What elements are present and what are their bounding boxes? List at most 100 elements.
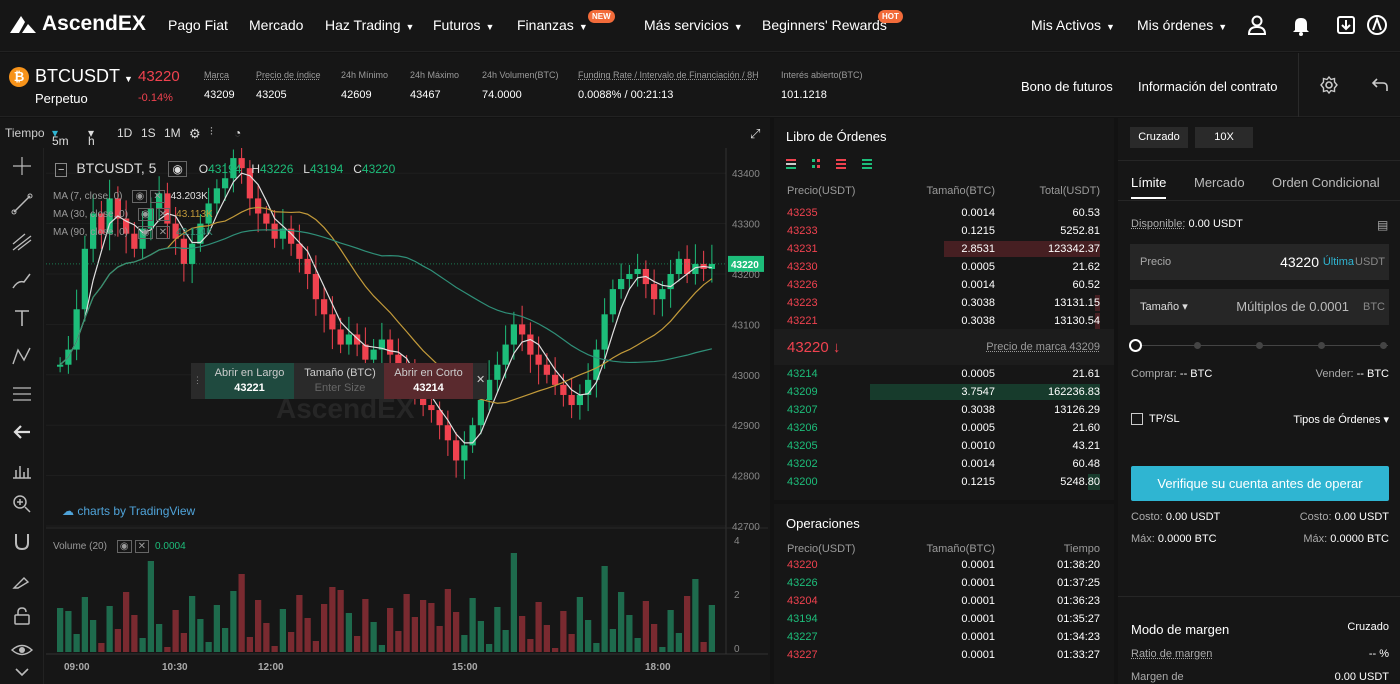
nav-futuros[interactable]: Futuros ▼ — [433, 17, 494, 33]
open-short-button[interactable]: Abrir en Corto 43214 — [384, 363, 473, 399]
total: 21.60 — [1072, 422, 1100, 434]
slider-step[interactable] — [1380, 342, 1387, 349]
interval-5m[interactable]: 5m ▾ — [52, 126, 69, 148]
brush-icon[interactable] — [10, 268, 34, 292]
slider-step[interactable] — [1194, 342, 1201, 349]
nav-beginners-rewards[interactable]: Beginners' Rewards — [762, 17, 887, 33]
fullscreen-icon[interactable]: ⤢ — [750, 126, 760, 142]
interval-h[interactable]: h ▾ — [88, 126, 95, 148]
replay-icon[interactable]: ◔ — [234, 126, 241, 140]
cost-left: Costo: 0.00 USDT — [1131, 511, 1221, 523]
new-badge: NEW — [588, 10, 615, 23]
ask-row[interactable]: 43231 2.8531 123342.37 — [774, 240, 1114, 258]
ask-row[interactable]: 43235 0.0014 60.53 — [774, 204, 1114, 222]
bid-row[interactable]: 43202 0.0014 60.48 — [774, 455, 1114, 473]
ask-row[interactable]: 43233 0.1215 5252.81 — [774, 222, 1114, 240]
bid-row[interactable]: 43205 0.0010 43.21 — [774, 437, 1114, 455]
measure-icon[interactable] — [10, 458, 34, 482]
margin-mode-button[interactable]: Cruzado — [1130, 127, 1188, 148]
user-icon[interactable] — [1246, 14, 1268, 36]
nav-mercado[interactable]: Mercado — [249, 17, 303, 33]
nav-finanzas[interactable]: Finanzas ▼ — [517, 17, 588, 33]
size: 0.0014 — [961, 458, 995, 470]
volume-bar — [139, 638, 146, 652]
chart-settings-icon[interactable]: ⚙ — [189, 126, 201, 142]
nav-mis-ordenes[interactable]: Mis órdenes ▼ — [1137, 17, 1227, 33]
order-types-dropdown[interactable]: Tipos de Órdenes ▾ — [1293, 413, 1389, 426]
chevron-down-icon: ▼ — [124, 74, 133, 84]
ask-row[interactable]: 43226 0.0014 60.52 — [774, 276, 1114, 294]
slider-step[interactable] — [1318, 342, 1325, 349]
eye-icon[interactable] — [10, 638, 34, 662]
calculator-icon[interactable]: ▤ — [1377, 218, 1388, 232]
total: 21.62 — [1072, 261, 1100, 273]
pattern-icon[interactable] — [10, 344, 34, 368]
bid-row[interactable]: 43209 3.7547 162236.83 — [774, 383, 1114, 401]
language-globe-icon[interactable] — [1366, 14, 1388, 36]
settings-gear-icon[interactable] — [1319, 75, 1339, 95]
lock-drawing-icon[interactable] — [10, 568, 34, 592]
fib-tool-icon[interactable] — [10, 230, 34, 254]
stat-label: 24h Máximo — [410, 70, 460, 80]
lock-icon[interactable] — [10, 604, 34, 628]
ask-row[interactable]: 43221 0.3038 13130.54 — [774, 312, 1114, 330]
open-long-button[interactable]: Abrir en Largo 43221 — [205, 363, 294, 399]
magnet-icon[interactable] — [10, 530, 34, 554]
slider-step[interactable] — [1256, 342, 1263, 349]
futures-bonus-link[interactable]: Bono de futuros — [1021, 79, 1113, 94]
chevron-down-icon[interactable] — [10, 660, 34, 684]
bid-row[interactable]: 43207 0.3038 13126.29 — [774, 401, 1114, 419]
verify-account-button[interactable]: Verifique su cuenta antes de operar — [1131, 466, 1389, 501]
ask-row[interactable]: 43230 0.0005 21.62 — [774, 258, 1114, 276]
eye-icon[interactable]: ◉ — [168, 161, 187, 177]
candle — [296, 243, 303, 259]
download-icon[interactable] — [1335, 14, 1357, 36]
interval-1d[interactable]: 1D — [117, 126, 132, 140]
bid-row[interactable]: 43200 0.1215 5248.80 — [774, 473, 1114, 491]
tab-conditional[interactable]: Orden Condicional — [1272, 175, 1380, 190]
candle — [659, 289, 666, 300]
collapse-icon[interactable]: − — [55, 163, 68, 177]
bid-row[interactable]: 43214 0.0005 21.61 — [774, 365, 1114, 383]
crosshair-icon[interactable] — [10, 154, 34, 178]
size-input[interactable]: Tamaño ▾ Múltiplos de 0.0001 BTC — [1130, 289, 1389, 325]
nav-haz-trading[interactable]: Haz Trading ▼ — [325, 17, 414, 33]
tpsl-label: TP/SL — [1149, 413, 1180, 425]
leverage-button[interactable]: 10X — [1195, 127, 1253, 148]
contract-info-link[interactable]: Información del contrato — [1138, 79, 1277, 94]
trade-time: 01:33:27 — [1057, 649, 1100, 661]
tab-market[interactable]: Mercado — [1194, 175, 1245, 190]
slider-handle[interactable] — [1129, 339, 1142, 352]
size-input[interactable]: Tamaño (BTC) Enter Size — [297, 363, 383, 399]
nav-mis-activos[interactable]: Mis Activos ▼ — [1031, 17, 1115, 33]
price-input[interactable]: Precio 43220 Última USDT — [1130, 244, 1389, 280]
ask-row[interactable]: 43223 0.3038 13131.15 — [774, 294, 1114, 312]
arrow-left-icon[interactable] — [10, 420, 34, 444]
zoom-in-icon[interactable] — [10, 492, 34, 516]
tab-limit[interactable]: Límite — [1131, 175, 1166, 190]
prediction-icon[interactable] — [10, 382, 34, 406]
symbol-selector[interactable]: BTCUSDT ▼ — [35, 66, 133, 87]
candle — [510, 324, 517, 345]
volume-bar — [205, 642, 212, 652]
trend-line-icon[interactable] — [10, 192, 34, 216]
tpsl-checkbox[interactable] — [1131, 413, 1143, 425]
tradingview-credit[interactable]: ☁ charts by TradingView — [62, 504, 195, 518]
back-arrow-icon[interactable] — [1370, 75, 1390, 95]
nav-pago-fiat[interactable]: Pago Fiat — [168, 17, 228, 33]
max-right: Máx: 0.0000 BTC — [1303, 533, 1389, 545]
indicators-icon[interactable]: ⫶ — [210, 126, 213, 139]
interval-1m[interactable]: 1M — [164, 126, 181, 140]
bid-row[interactable]: 43206 0.0005 21.60 — [774, 419, 1114, 437]
orderbook-view-toggle[interactable] — [786, 158, 886, 170]
view-asks-icon — [836, 159, 846, 169]
candle — [337, 329, 344, 345]
text-tool-icon[interactable] — [10, 306, 34, 330]
interval-1w[interactable]: 1S — [141, 126, 156, 140]
nav-mas-servicios[interactable]: Más servicios ▼ — [644, 17, 743, 33]
bell-icon[interactable] — [1290, 14, 1312, 36]
brand-logo[interactable]: AscendEX — [8, 12, 146, 36]
candle — [560, 384, 567, 395]
close-icon[interactable]: ✕ — [476, 373, 485, 386]
candle — [180, 238, 187, 264]
